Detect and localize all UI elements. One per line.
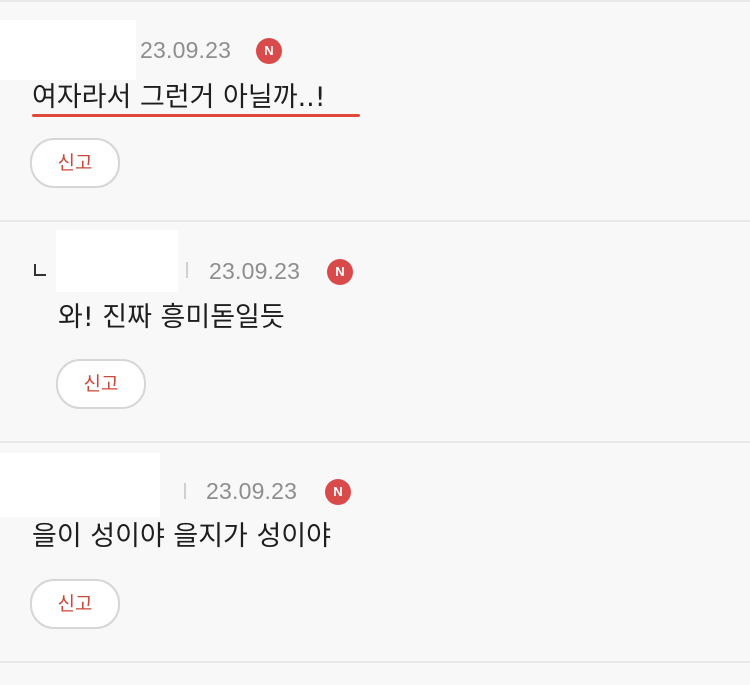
comment-item: 23.09.23 N 여자라서 그런거 아닐까..! 신고 [0, 0, 750, 222]
bottom-divider [0, 661, 750, 663]
new-badge: N [327, 259, 353, 285]
redacted-username [56, 230, 178, 292]
comment-date: 23.09.23 [206, 478, 298, 504]
meta-separator [184, 483, 186, 499]
report-button[interactable]: 신고 [56, 359, 146, 409]
highlight-underline [32, 114, 360, 117]
new-badge: N [325, 479, 351, 505]
redacted-username [0, 20, 136, 80]
report-button[interactable]: 신고 [30, 138, 120, 188]
comment-text: 여자라서 그런거 아닐까..! [32, 82, 326, 113]
new-badge: N [256, 38, 282, 64]
meta-separator [186, 262, 188, 278]
reply-comment-item: 23.09.23 N 와! 진짜 흥미돋일듯 신고 [0, 222, 750, 442]
comment-text: 을이 성이야 을지가 성이야 [32, 521, 331, 552]
comment-text: 와! 진짜 흥미돋일듯 [58, 302, 285, 333]
report-button[interactable]: 신고 [30, 579, 120, 629]
comment-date: 23.09.23 [209, 258, 301, 284]
comment-date: 23.09.23 [140, 37, 232, 63]
reply-arrow-icon [34, 264, 46, 276]
comment-item: 23.09.23 N 을이 성이야 을지가 성이야 신고 [0, 443, 750, 663]
redacted-username [0, 453, 160, 517]
